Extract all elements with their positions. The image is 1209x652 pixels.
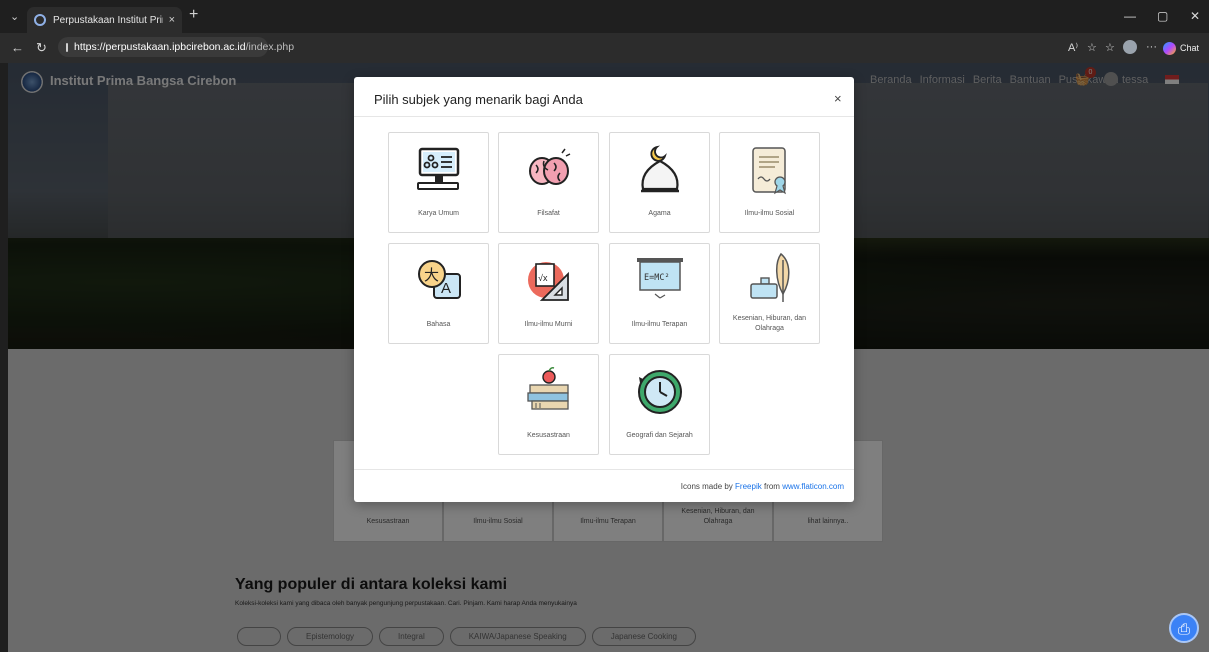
url-path: /index.php <box>245 41 295 53</box>
subject-picker-modal: Pilih subjek yang menarik bagi Anda × Ka… <box>354 77 854 502</box>
subject-label: Geografi dan Sejarah <box>626 432 693 439</box>
subject-label: Bahasa <box>426 321 451 328</box>
favorites-list-icon[interactable]: ☆ <box>1105 41 1115 54</box>
accessibility-button[interactable]: ⎙ <box>1169 613 1199 643</box>
profile-avatar[interactable] <box>1123 40 1137 54</box>
svg-text:√x: √x <box>538 273 548 283</box>
svg-text:大: 大 <box>424 267 439 284</box>
browser-tab[interactable]: Perpustakaan Institut Prima Bangsa × <box>27 7 182 33</box>
subject-card-ilmu-murni[interactable]: √x Ilmu-ilmu Murni <box>498 243 599 344</box>
translate-icon: A 大 <box>418 260 461 299</box>
blackboard-icon: E=MC² <box>637 258 683 299</box>
read-aloud-icon[interactable]: A⁾ <box>1068 41 1078 54</box>
subject-card-kesusastraan[interactable]: Kesusastraan <box>498 354 599 455</box>
browser-toolbar: ← ↻ https://perpustakaan.ipbcirebon.ac.i… <box>0 33 1209 63</box>
mosque-dome-icon <box>641 145 679 193</box>
subject-label: Ilmu-ilmu Murni <box>524 321 573 328</box>
back-arrow-icon[interactable]: ← <box>11 40 24 55</box>
copilot-icon <box>1163 41 1176 55</box>
subject-label: Kesenian, Hiburan, dan Olahraga <box>732 315 807 332</box>
tab-list-chevron-icon[interactable]: ⌄ <box>10 10 19 23</box>
subject-card-karya-umum[interactable]: Karya Umum <box>388 132 489 233</box>
subject-label: Ilmu-ilmu Sosial <box>744 210 795 217</box>
modal-close-button[interactable]: × <box>834 91 842 106</box>
minimize-icon[interactable]: — <box>1124 9 1136 23</box>
restore-icon[interactable]: ▢ <box>1157 9 1168 23</box>
math-icon: √x <box>528 262 569 301</box>
chat-label: Chat <box>1180 43 1200 53</box>
flaticon-link[interactable]: www.flaticon.com <box>782 482 844 491</box>
refresh-icon[interactable]: ↻ <box>36 40 47 56</box>
freepik-link[interactable]: Freepik <box>735 482 762 491</box>
modal-title: Pilih subjek yang menarik bagi Anda <box>374 92 583 107</box>
address-bar[interactable]: https://perpustakaan.ipbcirebon.ac.id /i… <box>58 37 294 57</box>
new-tab-button[interactable]: + <box>189 6 198 24</box>
subject-card-ilmu-terapan[interactable]: E=MC² Ilmu-ilmu Terapan <box>609 243 710 344</box>
computer-icon <box>417 147 460 190</box>
certificate-icon <box>752 147 786 195</box>
subject-label: Ilmu-ilmu Terapan <box>631 321 688 328</box>
ink-feather-icon <box>750 252 790 302</box>
subject-label: Filsafat <box>537 210 560 217</box>
url-host: https://perpustakaan.ipbcirebon.ac.id <box>74 41 246 53</box>
books-apple-icon <box>527 367 569 410</box>
tab-title: Perpustakaan Institut Prima Bangsa <box>53 14 163 26</box>
clock-icon <box>638 370 682 414</box>
subject-label: Karya Umum <box>418 210 459 217</box>
subject-card-ilmu-sosial[interactable]: Ilmu-ilmu Sosial <box>719 132 820 233</box>
subject-label: Kesusastraan <box>527 432 570 439</box>
tab-close-button[interactable]: × <box>169 14 175 26</box>
favorite-star-icon[interactable]: ☆ <box>1087 41 1097 54</box>
divider <box>354 116 854 117</box>
subject-card-filsafat[interactable]: Filsafat <box>498 132 599 233</box>
subject-card-bahasa[interactable]: A 大 Bahasa <box>388 243 489 344</box>
divider <box>354 469 854 470</box>
more-menu-icon[interactable]: ··· <box>1146 41 1157 53</box>
svg-text:E=MC²: E=MC² <box>644 273 670 283</box>
copilot-chat-button[interactable]: Chat <box>1163 39 1199 57</box>
icon-credit: Icons made by Freepik from www.flaticon.… <box>680 482 844 491</box>
tab-favicon-icon <box>34 14 46 26</box>
close-window-icon[interactable]: ✕ <box>1190 9 1200 23</box>
lock-icon <box>66 42 68 52</box>
subject-label: Agama <box>648 210 671 217</box>
browser-tab-bar: ⌄ Perpustakaan Institut Prima Bangsa × +… <box>0 0 1209 33</box>
subject-card-kesenian[interactable]: Kesenian, Hiburan, dan Olahraga <box>719 243 820 344</box>
subject-card-agama[interactable]: Agama <box>609 132 710 233</box>
subject-card-geografi-sejarah[interactable]: Geografi dan Sejarah <box>609 354 710 455</box>
brain-icon <box>529 148 571 185</box>
